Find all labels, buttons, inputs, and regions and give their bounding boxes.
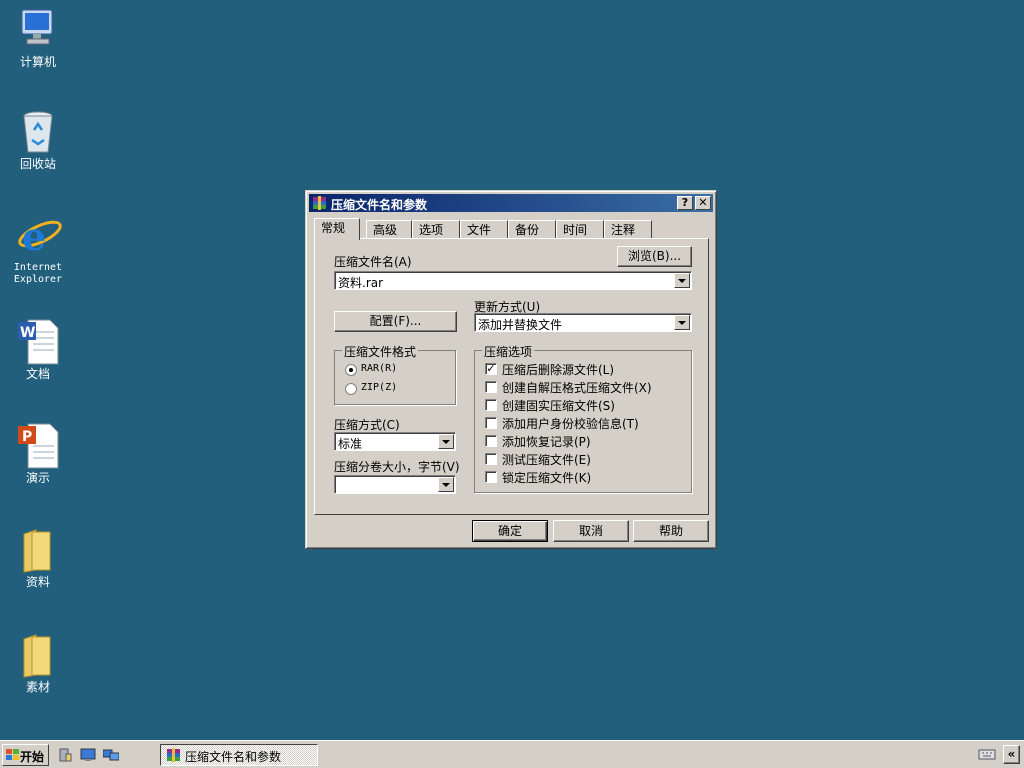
svg-text:P: P xyxy=(22,429,32,445)
powerpoint-document-icon: P xyxy=(14,422,62,470)
desktop-icon-label: 计算机 xyxy=(19,55,56,69)
desktop-icon-recycle-bin[interactable]: 回收站 xyxy=(0,108,76,171)
solid-checkbox[interactable] xyxy=(485,399,497,411)
help-button[interactable]: 帮助 xyxy=(633,520,709,542)
windows-logo-icon xyxy=(6,749,19,764)
archive-name-label: 压缩文件名(A) xyxy=(334,255,412,269)
network-icon[interactable] xyxy=(102,748,120,765)
authenticity-checkbox[interactable] xyxy=(485,417,497,429)
folder-icon xyxy=(14,526,62,574)
authenticity-label[interactable]: 添加用户身份校验信息(T) xyxy=(502,415,639,432)
tab-general[interactable]: 常规 xyxy=(314,218,360,240)
compression-method-label: 压缩方式(C) xyxy=(334,418,400,432)
browse-button[interactable]: 浏览(B)... xyxy=(617,246,692,267)
delete-after-label[interactable]: 压缩后删除源文件(L) xyxy=(502,361,614,378)
chevron-down-icon[interactable] xyxy=(674,273,690,288)
tab-comment[interactable]: 注释 xyxy=(604,220,652,238)
archive-format-title: 压缩文件格式 xyxy=(342,343,419,360)
close-button[interactable]: ✕ xyxy=(695,196,711,210)
taskbar: 开始 压缩文件名和参数 « xyxy=(0,740,1024,768)
sfx-label[interactable]: 创建自解压格式压缩文件(X) xyxy=(502,379,652,396)
recycle-bin-icon xyxy=(14,108,62,156)
tab-backup[interactable]: 备份 xyxy=(508,220,556,238)
tab-options[interactable]: 选项 xyxy=(412,220,460,238)
ok-button[interactable]: 确定 xyxy=(472,520,548,542)
tab-advanced[interactable]: 高级 xyxy=(366,220,412,238)
archive-name-value: 资料.rar xyxy=(338,276,384,290)
update-mode-value: 添加并替换文件 xyxy=(478,318,563,332)
desktop-icon-internet-explorer[interactable]: e Internet Explorer xyxy=(0,212,76,286)
folder-icon xyxy=(14,631,62,679)
recovery-record-checkbox[interactable] xyxy=(485,435,497,447)
chevron-down-icon[interactable] xyxy=(438,477,454,492)
server-manager-icon[interactable] xyxy=(58,748,72,765)
compression-method-value: 标准 xyxy=(338,437,363,451)
update-mode-select[interactable]: 添加并替换文件 xyxy=(474,313,692,332)
keyboard-icon[interactable] xyxy=(978,747,996,764)
dialog-title-bar[interactable]: 压缩文件名和参数 ? ✕ xyxy=(309,194,713,212)
help-title-button[interactable]: ? xyxy=(677,196,693,210)
tray-expand-button[interactable]: « xyxy=(1003,745,1020,764)
desktop-icon-label: 文档 xyxy=(25,367,50,381)
test-archive-checkbox[interactable] xyxy=(485,453,497,465)
archive-options-title: 压缩选项 xyxy=(482,343,535,360)
compression-method-select[interactable]: 标准 xyxy=(334,432,456,451)
desktop-icon-document[interactable]: W 文档 xyxy=(0,318,76,381)
desktop-icon-computer[interactable]: 计算机 xyxy=(0,6,76,69)
desktop-icon-folder-ziliao[interactable]: 资料 xyxy=(0,526,76,589)
delete-after-checkbox[interactable]: ✓ xyxy=(485,363,497,375)
lock-archive-label[interactable]: 锁定压缩文件(K) xyxy=(502,469,591,486)
start-button[interactable]: 开始 xyxy=(2,744,49,766)
desktop-icon-label: Explorer xyxy=(13,274,63,285)
split-size-combobox[interactable] xyxy=(334,475,456,494)
start-label: 开始 xyxy=(20,750,45,764)
archive-name-combobox[interactable]: 资料.rar xyxy=(334,271,692,290)
desktop-icon-folder-sucai[interactable]: 素材 xyxy=(0,631,76,694)
tab-time[interactable]: 时间 xyxy=(556,220,604,238)
chevron-down-icon[interactable] xyxy=(674,315,690,330)
svg-text:e: e xyxy=(22,214,46,259)
recovery-record-label[interactable]: 添加恢复记录(P) xyxy=(502,433,591,450)
winrar-icon xyxy=(312,196,327,210)
desktop-icon-label: Internet xyxy=(13,262,63,273)
taskbar-button-label: 压缩文件名和参数 xyxy=(185,750,282,764)
format-rar-label[interactable]: RAR(R) xyxy=(361,363,397,374)
format-rar-radio[interactable] xyxy=(345,364,357,376)
winrar-icon xyxy=(166,748,181,765)
computer-icon xyxy=(14,6,62,54)
desktop-icon-label: 资料 xyxy=(25,575,50,589)
desktop-icon-label: 回收站 xyxy=(19,157,56,171)
dialog-title: 压缩文件名和参数 xyxy=(331,198,428,212)
split-size-label: 压缩分卷大小，字节(V) xyxy=(334,460,460,474)
taskbar-button-archive-dialog[interactable]: 压缩文件名和参数 xyxy=(160,744,318,766)
archive-name-dialog: 压缩文件名和参数 ? ✕ 常规 高级 选项 文件 备份 时间 注释 压缩文件名(… xyxy=(305,190,717,549)
archive-format-group: 压缩文件格式 RAR(R) ZIP(Z) xyxy=(334,343,456,405)
format-zip-label[interactable]: ZIP(Z) xyxy=(361,382,397,393)
profiles-button[interactable]: 配置(F)... xyxy=(334,311,457,332)
internet-explorer-icon: e xyxy=(14,212,62,260)
chevron-down-icon[interactable] xyxy=(438,434,454,449)
lock-archive-checkbox[interactable] xyxy=(485,471,497,483)
solid-label[interactable]: 创建固实压缩文件(S) xyxy=(502,397,615,414)
desktop-icon-label: 演示 xyxy=(25,471,50,485)
show-desktop-icon[interactable] xyxy=(80,748,96,765)
test-archive-label[interactable]: 测试压缩文件(E) xyxy=(502,451,591,468)
desktop-icon-label: 素材 xyxy=(25,680,50,694)
tab-panel-general: 压缩文件名(A) 浏览(B)... 资料.rar 更新方式(U) 配置(F)..… xyxy=(314,238,709,515)
desktop-icon-presentation[interactable]: P 演示 xyxy=(0,422,76,485)
format-zip-radio[interactable] xyxy=(345,383,357,395)
archive-options-group: 压缩选项 ✓ 压缩后删除源文件(L) 创建自解压格式压缩文件(X) 创建固实压缩… xyxy=(474,343,692,493)
word-document-icon: W xyxy=(14,318,62,366)
sfx-checkbox[interactable] xyxy=(485,381,497,393)
tab-files[interactable]: 文件 xyxy=(460,220,508,238)
svg-text:W: W xyxy=(20,325,35,341)
cancel-button[interactable]: 取消 xyxy=(553,520,629,542)
